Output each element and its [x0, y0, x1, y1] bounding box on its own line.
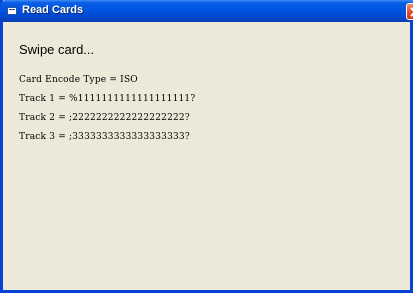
status-text: Swipe card... — [19, 42, 95, 57]
app-window-icon[interactable] — [7, 7, 17, 15]
track-2-line: Track 2 = ;2222222222222222222? — [19, 113, 190, 123]
close-button[interactable] — [406, 3, 413, 20]
dialog-body: Swipe card... Card Encode Type = ISO Tra… — [3, 22, 410, 290]
title-bar[interactable]: Read Cards — [0, 0, 413, 22]
read-cards-window: Read Cards Swipe card... Card Encode Typ… — [0, 0, 413, 293]
track-3-line: Track 3 = ;3333333333333333333? — [19, 132, 190, 142]
track-1-line: Track 1 = %1111111111111111111? — [19, 94, 196, 104]
card-encode-type-line: Card Encode Type = ISO — [19, 75, 138, 85]
window-title: Read Cards — [22, 4, 84, 16]
